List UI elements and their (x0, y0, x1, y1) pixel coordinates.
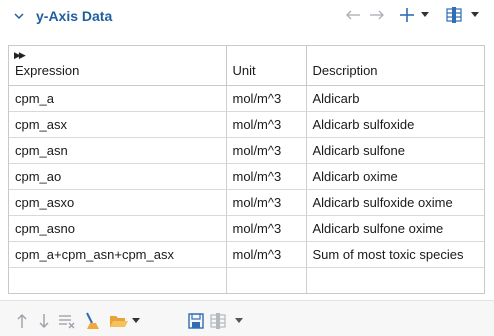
expand-columns-icon[interactable]: ▶▶ (14, 50, 26, 61)
save-icon[interactable] (186, 311, 206, 331)
unit-cell[interactable]: mol/m^3 (226, 241, 307, 268)
table-toolbar (0, 300, 494, 336)
add-plus-icon[interactable] (398, 4, 416, 26)
expression-cell[interactable] (9, 267, 227, 293)
arrow-left-icon[interactable] (344, 4, 362, 26)
column-header-description[interactable]: Description (306, 46, 484, 86)
column-header-expression[interactable]: ▶▶ Expression (9, 46, 227, 86)
table-row[interactable]: cpm_asxo mol/m^3 Aldicarb sulfoxide oxim… (9, 189, 484, 216)
table-row[interactable]: cpm_a mol/m^3 Aldicarb (9, 85, 484, 112)
description-cell[interactable]: Sum of most toxic species (306, 241, 484, 268)
table-header-row: ▶▶ Expression Unit Description (9, 46, 484, 86)
y-axis-data-table[interactable]: ▶▶ Expression Unit Description cpm_a mol… (8, 45, 485, 294)
open-folder-icon[interactable] (107, 311, 141, 331)
table-row[interactable]: cpm_asn mol/m^3 Aldicarb sulfone (9, 137, 484, 164)
description-cell[interactable]: Aldicarb sulfoxide (306, 111, 484, 138)
unit-cell[interactable] (226, 267, 307, 293)
expression-cell[interactable]: cpm_asno (9, 215, 227, 242)
table-row-empty[interactable] (9, 267, 484, 293)
description-cell[interactable] (306, 267, 484, 293)
clear-table-icon[interactable] (57, 311, 77, 331)
arrow-right-icon[interactable] (368, 4, 386, 26)
table-row[interactable]: cpm_ao mol/m^3 Aldicarb oxime (9, 163, 484, 190)
unit-cell[interactable]: mol/m^3 (226, 111, 307, 138)
unit-cell[interactable]: mol/m^3 (226, 163, 307, 190)
description-cell[interactable]: Aldicarb (306, 85, 484, 112)
table-layout-icon[interactable] (444, 4, 480, 26)
description-cell[interactable]: Aldicarb sulfone (306, 137, 484, 164)
description-cell[interactable]: Aldicarb sulfoxide oxime (306, 189, 484, 216)
column-header-unit[interactable]: Unit (226, 46, 307, 86)
expression-cell[interactable]: cpm_a+cpm_asn+cpm_asx (9, 241, 227, 268)
brush-icon[interactable] (82, 311, 102, 331)
table-row[interactable]: cpm_a+cpm_asn+cpm_asx mol/m^3 Sum of mos… (9, 241, 484, 268)
move-down-icon[interactable] (36, 311, 52, 331)
unit-cell[interactable]: mol/m^3 (226, 85, 307, 112)
expression-cell[interactable]: cpm_asx (9, 111, 227, 138)
unit-cell[interactable]: mol/m^3 (226, 189, 307, 216)
table-layout-icon[interactable] (208, 311, 244, 331)
expression-cell[interactable]: cpm_asxo (9, 189, 227, 216)
unit-cell[interactable]: mol/m^3 (226, 215, 307, 242)
section-title: y-Axis Data (36, 8, 113, 24)
unit-cell[interactable]: mol/m^3 (226, 137, 307, 164)
dropdown-caret-icon[interactable] (419, 4, 431, 26)
table-row[interactable]: cpm_asx mol/m^3 Aldicarb sulfoxide (9, 111, 484, 138)
expression-cell[interactable]: cpm_asn (9, 137, 227, 164)
section-header[interactable]: y-Axis Data (0, 0, 494, 34)
move-up-icon[interactable] (14, 311, 30, 331)
expression-cell[interactable]: cpm_ao (9, 163, 227, 190)
table-row[interactable]: cpm_asno mol/m^3 Aldicarb sulfone oxime (9, 215, 484, 242)
expression-cell[interactable]: cpm_a (9, 85, 227, 112)
description-cell[interactable]: Aldicarb sulfone oxime (306, 215, 484, 242)
description-cell[interactable]: Aldicarb oxime (306, 163, 484, 190)
chevron-down-icon[interactable] (12, 9, 26, 23)
